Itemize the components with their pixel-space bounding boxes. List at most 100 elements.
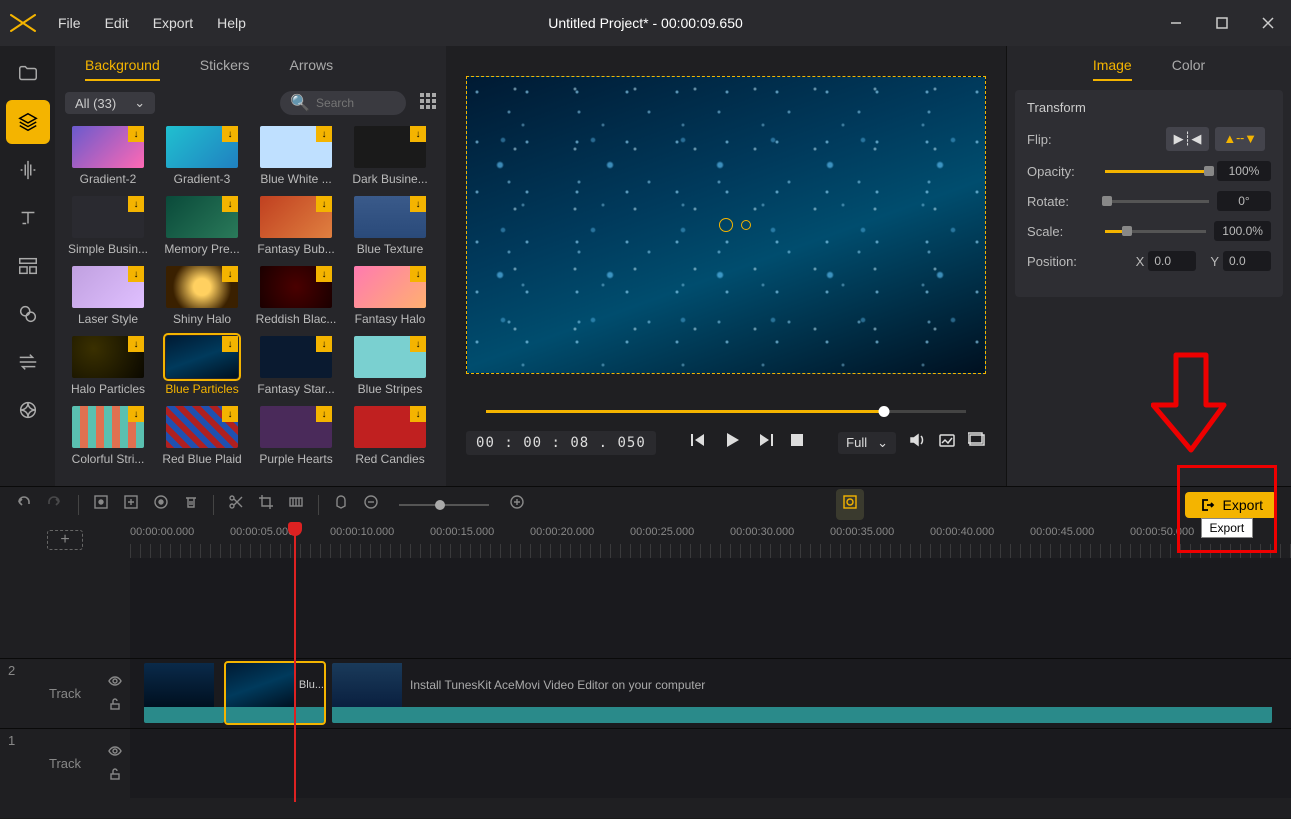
tag-button[interactable] [333,494,349,515]
opacity-value[interactable]: 100% [1217,161,1271,181]
add-button[interactable] [123,494,139,515]
preview-canvas[interactable] [466,76,986,374]
sidebar-filters[interactable] [6,292,50,336]
next-frame-button[interactable] [757,431,775,454]
asset-item[interactable]: ↓Blue Texture [347,196,433,256]
position-y-input[interactable]: 0.0 [1223,251,1271,271]
time-ruler[interactable]: 00:00:00.00000:00:05.00000:00:10.00000:0… [130,522,1291,558]
asset-item[interactable]: ↓Simple Busin... [65,196,151,256]
sidebar-audio[interactable] [6,148,50,192]
asset-item[interactable]: ↓Halo Particles [65,336,151,396]
split-button[interactable] [228,494,244,515]
rotate-value[interactable]: 0° [1217,191,1271,211]
minimize-button[interactable] [1153,8,1199,38]
download-icon: ↓ [222,126,238,142]
asset-item[interactable]: ↓Purple Hearts [253,406,339,466]
asset-item[interactable]: ↓Gradient-2 [65,126,151,186]
maximize-button[interactable] [1199,8,1245,38]
snapshot-button[interactable] [938,431,956,454]
lock-icon[interactable] [108,697,122,714]
fullscreen-button[interactable] [968,431,986,454]
crop-button[interactable] [258,494,274,515]
flip-vertical-button[interactable]: ▲╌▼ [1215,127,1265,151]
view-mode-dropdown[interactable]: Full⌄ [838,432,896,454]
redo-button[interactable] [46,493,64,516]
asset-item[interactable]: ↓Dark Busine... [347,126,433,186]
flip-horizontal-button[interactable]: ▶┊◀ [1166,127,1210,151]
sidebar-templates[interactable] [6,244,50,288]
clip-1[interactable] [144,663,224,723]
volume-button[interactable] [908,431,926,454]
timeline-settings-button[interactable] [836,489,864,520]
position-x-input[interactable]: 0.0 [1148,251,1196,271]
download-icon: ↓ [316,266,332,282]
search-box[interactable]: 🔍 [280,91,406,115]
asset-item[interactable]: ↓Fantasy Star... [253,336,339,396]
export-button[interactable]: Export Export [1185,492,1277,518]
add-track-button[interactable]: + [47,530,83,550]
asset-label: Blue Texture [357,242,424,256]
zoom-slider[interactable] [399,504,489,506]
clip-video[interactable]: Install TunesKit AceMovi Video Editor on… [332,663,1272,723]
menu-edit[interactable]: Edit [93,11,141,35]
asset-item[interactable]: ↓Gradient-3 [159,126,245,186]
track-label: Track [49,686,81,701]
rotate-slider[interactable] [1105,200,1209,203]
tab-color[interactable]: Color [1172,51,1205,81]
tab-image[interactable]: Image [1093,51,1132,81]
progress-knob[interactable] [879,406,890,417]
asset-filter-dropdown[interactable]: All (33) ⌄ [65,92,155,114]
zoom-in-button[interactable] [509,494,525,515]
stop-button[interactable] [789,432,805,453]
visibility-icon[interactable] [108,674,122,691]
tab-stickers[interactable]: Stickers [200,51,250,81]
marker-button[interactable] [93,494,109,515]
asset-item[interactable]: ↓Red Candies [347,406,433,466]
asset-item[interactable]: ↓Red Blue Plaid [159,406,245,466]
clip-blue-particles[interactable]: Blu... [226,663,324,723]
asset-item[interactable]: ↓Blue Stripes [347,336,433,396]
scale-value[interactable]: 100.0% [1214,221,1271,241]
asset-item[interactable]: ↓Memory Pre... [159,196,245,256]
asset-item[interactable]: ↓Reddish Blac... [253,266,339,326]
tab-background[interactable]: Background [85,51,160,81]
opacity-slider[interactable] [1105,170,1209,173]
delete-button[interactable] [183,494,199,515]
sidebar-text[interactable] [6,196,50,240]
asset-item[interactable]: ↓Laser Style [65,266,151,326]
asset-item[interactable]: ↓Colorful Stri... [65,406,151,466]
lock-icon[interactable] [108,767,122,784]
search-input[interactable] [316,96,396,110]
sidebar-effects[interactable] [6,388,50,432]
record-button[interactable] [153,494,169,515]
playback-progress[interactable] [486,410,966,413]
scale-slider[interactable] [1105,230,1206,233]
sidebar-layers[interactable] [6,100,50,144]
zoom-out-button[interactable] [363,494,379,515]
asset-item[interactable]: ↓Fantasy Halo [347,266,433,326]
track-2-content[interactable]: Blu... Install TunesKit AceMovi Video Ed… [130,659,1291,728]
tab-arrows[interactable]: Arrows [290,51,334,81]
track-1-content[interactable] [130,729,1291,798]
asset-item[interactable]: ↓Blue White ... [253,126,339,186]
grid-view-toggle[interactable] [420,93,436,114]
prev-frame-button[interactable] [689,431,707,454]
undo-button[interactable] [14,493,32,516]
menu-file[interactable]: File [46,11,93,35]
visibility-icon[interactable] [108,744,122,761]
transform-handle-center[interactable] [719,218,733,232]
playhead[interactable] [294,522,296,802]
ruler-tick: 00:00:05.000 [230,526,294,538]
transform-handle-rotate[interactable] [741,220,751,230]
asset-item[interactable]: ↓Shiny Halo [159,266,245,326]
menu-help[interactable]: Help [205,11,258,35]
transform-title: Transform [1027,100,1271,115]
play-button[interactable] [721,429,743,456]
asset-item[interactable]: ↓Blue Particles [159,336,245,396]
close-button[interactable] [1245,8,1291,38]
speed-button[interactable] [288,494,304,515]
menu-export[interactable]: Export [141,11,205,35]
asset-item[interactable]: ↓Fantasy Bub... [253,196,339,256]
sidebar-media[interactable] [6,52,50,96]
sidebar-transitions[interactable] [6,340,50,384]
